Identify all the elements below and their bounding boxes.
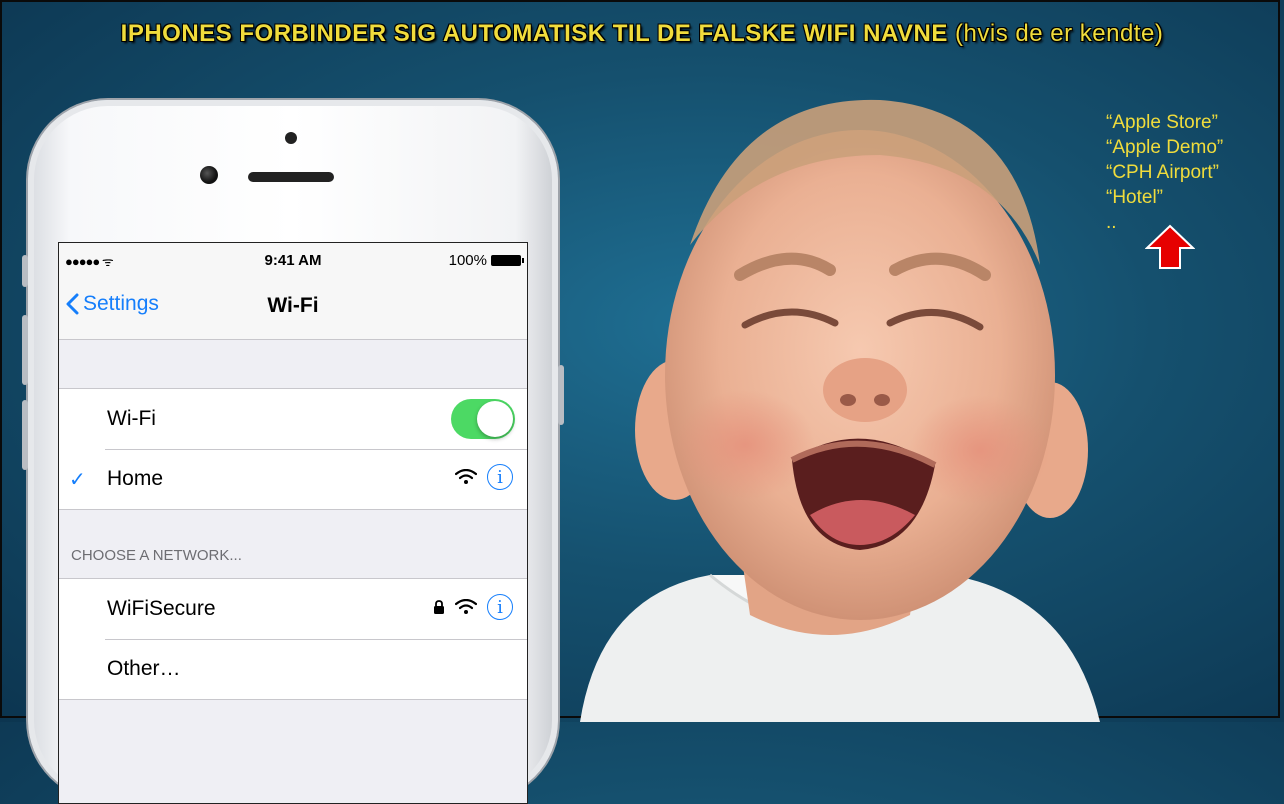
volume-down-button: [22, 400, 28, 470]
title-main: IPHONES FORBINDER SIG AUTOMATISK TIL DE …: [120, 20, 948, 47]
fake-wifi-name: “Apple Demo”: [1106, 137, 1224, 158]
status-bar: ●●●●● ᯤ 9:41 AM 100%: [59, 243, 527, 277]
network-row[interactable]: WiFiSecure i: [59, 579, 527, 639]
fake-wifi-name: “CPH Airport”: [1106, 162, 1219, 183]
crying-baby-image: [580, 99, 1100, 722]
info-icon[interactable]: i: [487, 594, 513, 620]
proximity-sensor: [285, 132, 297, 144]
fake-wifi-names-list: “Apple Store” “Apple Demo” “CPH Airport”…: [1106, 110, 1223, 235]
battery-percent: 100%: [448, 252, 487, 269]
nav-bar: Settings Wi-Fi: [59, 277, 527, 340]
fake-wifi-name: “Hotel”: [1106, 187, 1164, 208]
battery-indicator: 100%: [448, 252, 524, 269]
wifi-group: Wi-Fi ✓ Home i: [59, 388, 527, 510]
lock-icon: [434, 600, 444, 614]
phone-screen: ●●●●● ᯤ 9:41 AM 100% Settings Wi-Fi Wi-F…: [58, 242, 528, 804]
other-network-row[interactable]: Other…: [59, 639, 527, 699]
network-name: Home: [107, 467, 164, 490]
wifi-toggle[interactable]: [451, 399, 515, 439]
wifi-toggle-row: Wi-Fi: [59, 389, 527, 449]
choose-network-header: CHOOSE A NETWORK...: [59, 510, 527, 578]
network-name: WiFiSecure: [107, 597, 216, 620]
earpiece-speaker: [248, 172, 334, 182]
slide-title: IPHONES FORBINDER SIG AUTOMATISK TIL DE …: [0, 20, 1284, 48]
wifi-icon: [455, 599, 477, 614]
title-sub: (hvis de er kendte): [955, 20, 1164, 47]
fake-wifi-name: “Apple Store”: [1106, 112, 1218, 133]
info-icon[interactable]: i: [487, 464, 513, 490]
wifi-icon: [455, 469, 477, 484]
volume-up-button: [22, 315, 28, 385]
front-camera: [200, 166, 218, 184]
iphone-device: ●●●●● ᯤ 9:41 AM 100% Settings Wi-Fi Wi-F…: [22, 100, 564, 804]
available-networks-group: WiFiSecure i Other…: [59, 578, 527, 700]
battery-icon: [491, 255, 524, 266]
up-arrow-icon: [1145, 224, 1195, 269]
section-header-label: CHOOSE A NETWORK...: [71, 547, 242, 564]
mute-switch: [22, 255, 28, 287]
page-title: Wi-Fi: [267, 294, 319, 317]
wifi-toggle-label: Wi-Fi: [107, 407, 156, 430]
checkmark-icon: ✓: [69, 468, 86, 491]
connected-network-row[interactable]: ✓ Home i: [59, 449, 527, 509]
network-name: Other…: [107, 657, 181, 680]
